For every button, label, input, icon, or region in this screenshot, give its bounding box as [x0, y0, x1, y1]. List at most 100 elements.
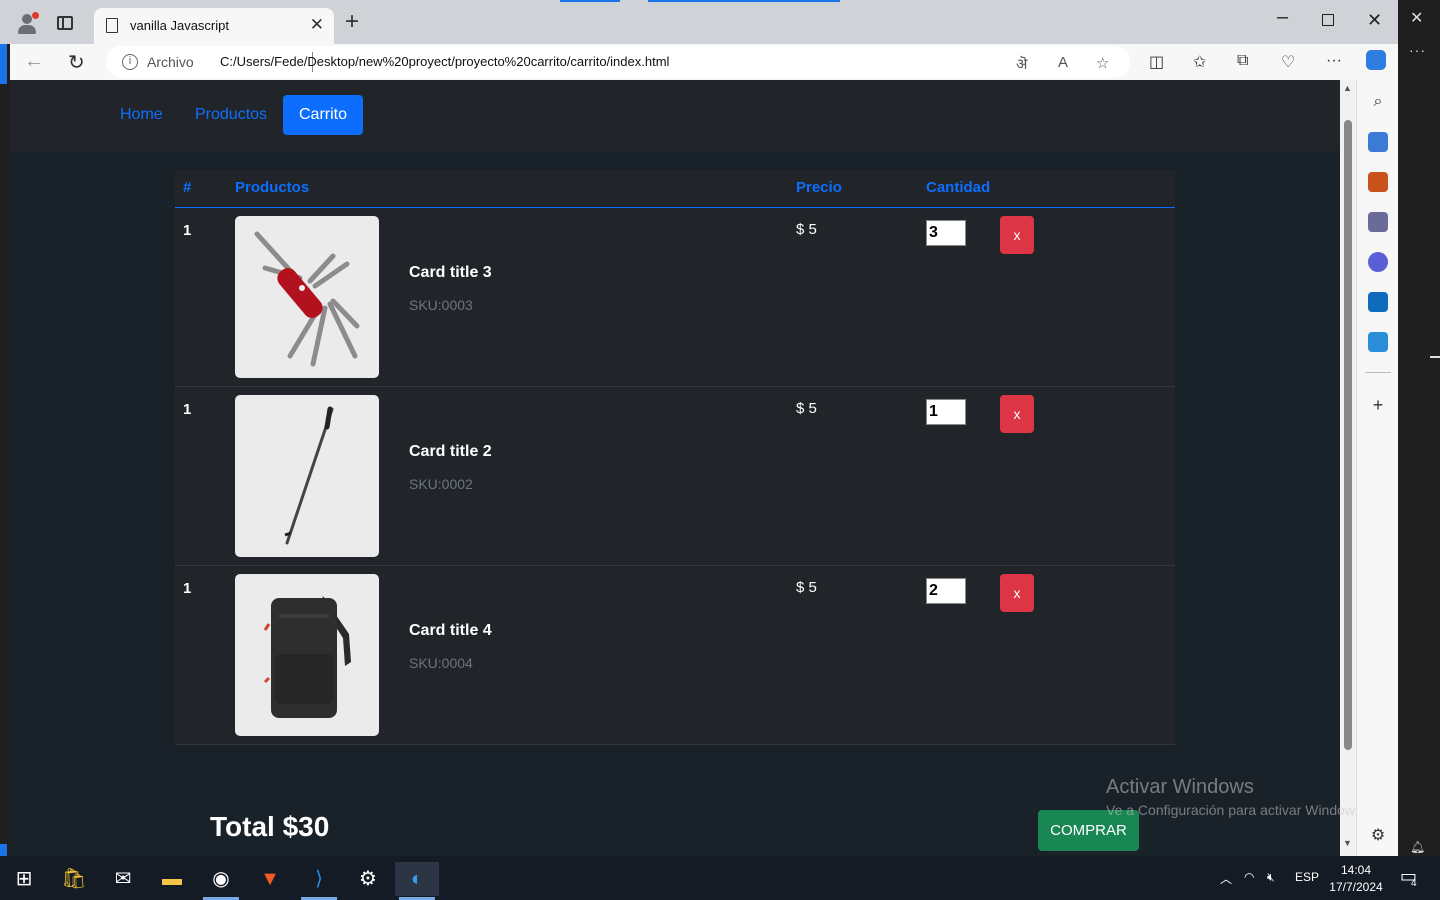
- product-name: Card title 2: [409, 443, 492, 460]
- table-row: 1 Card title 2 SKU:0002 $ 5 1 x: [175, 387, 1175, 566]
- drop-icon[interactable]: [1368, 332, 1388, 352]
- vscode-icon[interactable]: ⟩: [297, 862, 341, 900]
- scroll-down-icon[interactable]: ▼: [1343, 838, 1352, 848]
- back-arrow-icon[interactable]: ←: [24, 50, 44, 73]
- mail-icon[interactable]: ✉: [101, 862, 145, 896]
- watermark-title: Activar Windows: [1106, 776, 1254, 798]
- store-icon[interactable]: 🛍︎: [52, 862, 96, 896]
- outlook-icon[interactable]: [1368, 292, 1388, 312]
- activate-windows-watermark: Activar Windows Ve a Configuración para …: [1106, 776, 1366, 818]
- reload-icon[interactable]: ↻: [68, 50, 85, 75]
- header-price: Precio: [796, 179, 842, 196]
- info-icon[interactable]: i: [122, 54, 138, 70]
- page-icon: [106, 18, 118, 33]
- microsoft-365-icon[interactable]: [1368, 252, 1388, 272]
- pocket-knife-image: [235, 216, 379, 378]
- obs-icon[interactable]: ◉: [199, 862, 243, 900]
- more-menu-icon[interactable]: ···: [1326, 52, 1342, 70]
- notification-bell-icon[interactable]: 🔔︎: [1410, 840, 1425, 854]
- close-icon[interactable]: ✕: [1410, 8, 1423, 28]
- close-tab-icon[interactable]: ✕: [310, 15, 324, 35]
- read-aloud-icon[interactable]: A: [1058, 54, 1068, 71]
- split-screen-icon[interactable]: ◫: [1149, 52, 1164, 72]
- product-name: Card title 4: [409, 622, 492, 639]
- tab-actions-icon[interactable]: [57, 16, 73, 30]
- tray-chevron-icon[interactable]: ︿: [1220, 870, 1232, 887]
- brave-icon[interactable]: ▼: [248, 862, 292, 896]
- volume-muted-icon[interactable]: 🔇︎: [1267, 870, 1275, 885]
- nav-productos[interactable]: Productos: [183, 95, 279, 135]
- address-bar[interactable]: i Archivo C:/Users/Fede/Desktop/new%20pr…: [106, 46, 1130, 78]
- header-quantity: Cantidad: [926, 179, 991, 196]
- minimize-button[interactable]: –: [1277, 6, 1288, 29]
- tab-title: vanilla Javascript: [130, 18, 229, 33]
- address-url[interactable]: C:/Users/Fede/Desktop/new%20proyect/proy…: [220, 54, 669, 69]
- tab-strip-highlight: [560, 0, 620, 2]
- profile-icon[interactable]: [16, 12, 39, 34]
- translate-icon[interactable]: ऄ: [1016, 54, 1027, 74]
- table-row: 1 Card title 4 SKU:0004 $ 5 2 x: [175, 566, 1175, 745]
- header-index: #: [183, 179, 192, 196]
- notification-count: 4: [1411, 878, 1417, 889]
- new-tab-button[interactable]: +: [345, 10, 359, 34]
- windows-start-icon[interactable]: ⊞: [2, 862, 46, 896]
- watermark-subtitle: Ve a Configuración para activar Windows.: [1106, 802, 1366, 818]
- nav-home[interactable]: Home: [108, 95, 175, 135]
- scroll-up-icon[interactable]: ▲: [1343, 83, 1352, 93]
- settings-gear-icon[interactable]: ⚙: [1368, 826, 1388, 846]
- browser-essentials-icon[interactable]: ♡: [1281, 52, 1295, 72]
- clock[interactable]: 14:04 17/7/2024: [1326, 862, 1386, 896]
- quantity-input[interactable]: 2: [926, 578, 966, 604]
- favorites-icon[interactable]: ✩: [1193, 52, 1206, 72]
- page-viewport: Home Productos Carrito # Productos Preci…: [10, 80, 1340, 856]
- scrollbar-thumb[interactable]: [1344, 120, 1352, 750]
- file-explorer-icon[interactable]: ▬: [150, 862, 194, 896]
- browser-tab[interactable]: vanilla Javascript ✕: [94, 8, 334, 44]
- windows-taskbar: ⊞ 🛍︎ ✉ ▬ ◉ ▼ ⟩ ⚙ ◐ ︿ ◠ 🔇︎ ESP 14:04 17/7…: [0, 856, 1440, 900]
- browser-toolbar: ← ↻ i Archivo C:/Users/Fede/Desktop/new%…: [0, 44, 1398, 80]
- quantity-input[interactable]: 1: [926, 399, 966, 425]
- edge-sidebar: ⌕ + ⚙: [1356, 80, 1398, 856]
- more-icon[interactable]: ···: [1409, 42, 1426, 58]
- background-window-edge: ✕ ··· 🔔︎: [1398, 0, 1440, 856]
- clock-date: 17/7/2024: [1329, 880, 1383, 894]
- quantity-input[interactable]: 3: [926, 220, 966, 246]
- maximize-button[interactable]: [1322, 14, 1334, 26]
- clock-time: 14:04: [1340, 863, 1372, 877]
- product-price: $ 5: [796, 221, 817, 238]
- page-scrollbar[interactable]: ▲ ▼: [1340, 80, 1356, 856]
- product-sku: SKU:0003: [409, 297, 473, 313]
- close-window-button[interactable]: ✕: [1367, 10, 1382, 31]
- search-icon[interactable]: ⌕: [1368, 92, 1388, 112]
- site-navbar: Home Productos Carrito: [10, 80, 1340, 151]
- row-index: 1: [183, 580, 192, 597]
- remove-item-button[interactable]: x: [1000, 216, 1034, 254]
- wifi-icon[interactable]: ◠: [1244, 870, 1254, 884]
- product-price: $ 5: [796, 579, 817, 596]
- language-indicator[interactable]: ESP: [1295, 870, 1319, 884]
- settings-icon[interactable]: ⚙: [346, 862, 390, 896]
- remove-item-button[interactable]: x: [1000, 395, 1034, 433]
- shopping-tag-icon[interactable]: [1368, 132, 1388, 152]
- edge-icon[interactable]: ◐: [395, 862, 439, 900]
- product-sku: SKU:0004: [409, 655, 473, 671]
- collections-icon[interactable]: ⧉: [1237, 52, 1248, 70]
- table-row: 1 Card title 3 SKU:0003 $ 5 3 x: [175, 208, 1175, 387]
- window-divider: [1430, 356, 1440, 358]
- left-window-edge: [0, 44, 10, 856]
- remove-item-button[interactable]: x: [1000, 574, 1034, 612]
- nav-carrito[interactable]: Carrito: [283, 95, 363, 135]
- add-icon[interactable]: +: [1368, 395, 1388, 415]
- product-name: Card title 3: [409, 264, 492, 281]
- row-index: 1: [183, 222, 192, 239]
- tab-strip-highlight: [648, 0, 840, 2]
- cart-table: # Productos Precio Cantidad 1 Card title…: [175, 170, 1175, 745]
- tools-icon[interactable]: [1368, 172, 1388, 192]
- copilot-icon[interactable]: [1366, 50, 1386, 70]
- product-price: $ 5: [796, 400, 817, 417]
- trekking-pole-image: [235, 395, 379, 557]
- backpack-image: [235, 574, 379, 736]
- favorite-star-icon[interactable]: ☆: [1096, 54, 1109, 72]
- games-icon[interactable]: [1368, 212, 1388, 232]
- table-header: # Productos Precio Cantidad: [175, 170, 1175, 208]
